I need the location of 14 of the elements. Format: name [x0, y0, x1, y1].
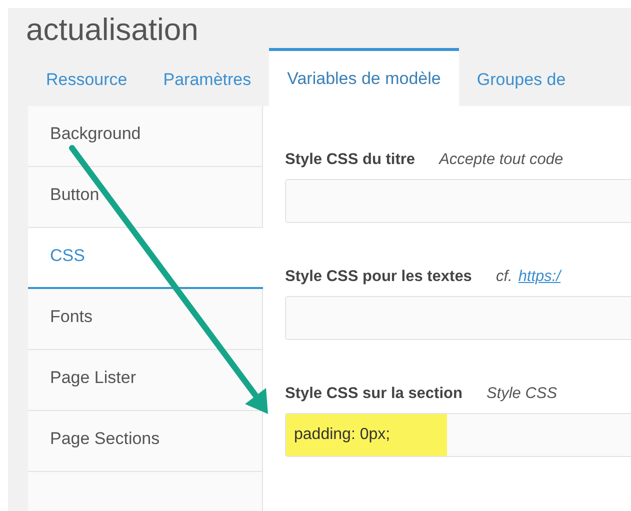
help-link[interactable]: https:/ [518, 268, 561, 286]
input-field[interactable] [285, 179, 631, 223]
field-value: padding: 0px; [286, 414, 447, 456]
field-label: Style CSS pour les textes [285, 268, 472, 286]
help-text: Style CSS [486, 385, 558, 403]
help-text: cf. [496, 268, 512, 286]
tab[interactable]: Variables de modèle [269, 48, 459, 106]
help-text: Accepte tout code [439, 151, 564, 169]
field-label: Style CSS sur la section [285, 385, 462, 403]
sidebar-item[interactable]: CSS [28, 228, 263, 289]
input-field[interactable]: padding: 0px; [285, 413, 631, 457]
input-field[interactable] [285, 296, 631, 340]
page-title: actualisation [25, 11, 200, 48]
field-label: Style CSS du titre [285, 151, 416, 169]
